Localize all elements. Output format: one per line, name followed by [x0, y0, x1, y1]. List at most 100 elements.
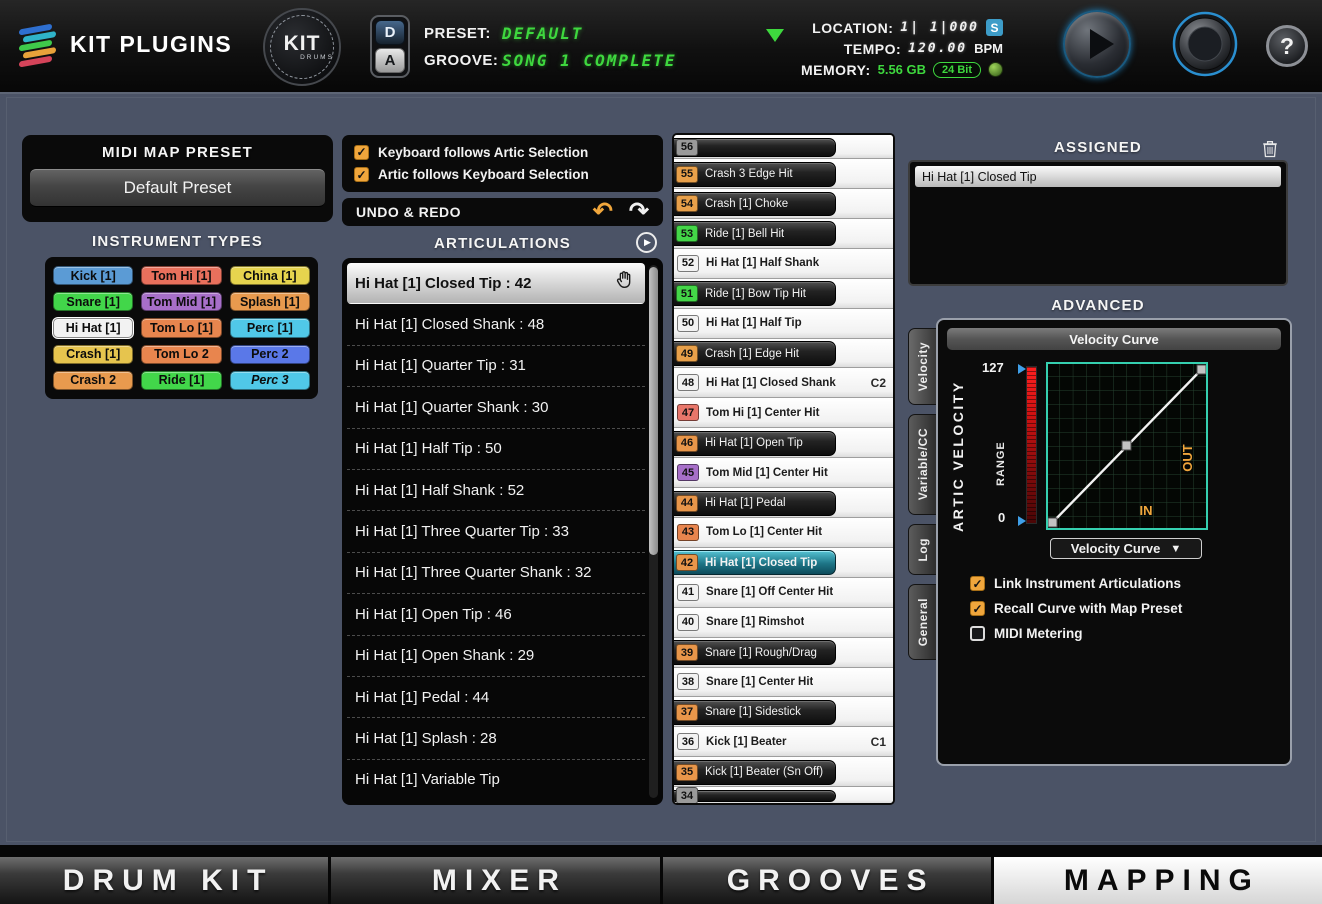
piano-key[interactable]: 35Kick [1] Beater (Sn Off) [674, 757, 893, 787]
midi-map-preset-button[interactable]: Default Preset [30, 169, 325, 207]
scrollbar-thumb[interactable] [649, 267, 658, 555]
articulation-item[interactable]: Hi Hat [1] Variable Tip [347, 760, 645, 800]
instrument-button[interactable]: Tom Lo 2 [141, 345, 221, 364]
piano-key[interactable]: 38Snare [1] Center Hit [674, 668, 893, 698]
piano-key[interactable]: 34 [674, 787, 893, 803]
piano-key[interactable]: 49Crash [1] Edge Hit [674, 339, 893, 369]
checkbox-icon[interactable]: ✓ [354, 145, 369, 160]
assigned-item[interactable]: Hi Hat [1] Closed Tip [915, 166, 1281, 187]
bit-depth-badge[interactable]: 24 Bit [933, 62, 981, 78]
tab-grooves[interactable]: GROOVES [663, 857, 991, 904]
piano-key[interactable]: 40Snare [1] Rimshot [674, 608, 893, 638]
key-number-badge: 51 [676, 285, 698, 302]
instrument-button[interactable]: Perc [1] [230, 318, 310, 337]
curve-handle-low[interactable] [1048, 518, 1057, 527]
piano-key[interactable]: 50Hi Hat [1] Half Tip [674, 309, 893, 339]
piano-key[interactable]: 52Hi Hat [1] Half Shank [674, 249, 893, 279]
instrument-button[interactable]: Crash 2 [53, 371, 133, 390]
articulation-item[interactable]: Hi Hat [1] Splash : 28 [347, 718, 645, 759]
advanced-tab-variablecc[interactable]: Variable/CC [908, 414, 936, 514]
digital-button[interactable]: D [375, 20, 405, 45]
piano-key[interactable]: 36Kick [1] BeaterC1 [674, 727, 893, 757]
instrument-button[interactable]: Kick [1] [53, 266, 133, 285]
advanced-tab-general[interactable]: General [908, 584, 936, 660]
instrument-button[interactable]: Crash [1] [53, 345, 133, 364]
tab-mapping[interactable]: MAPPING [994, 857, 1322, 904]
articulation-item[interactable]: Hi Hat [1] Pedal : 44 [347, 677, 645, 718]
help-button[interactable]: ? [1266, 25, 1308, 67]
articulation-item[interactable]: Hi Hat [1] Open Shank : 29 [347, 636, 645, 677]
velocity-range-slider[interactable] [1026, 366, 1037, 524]
curve-handle-mid[interactable] [1122, 441, 1131, 450]
analog-button[interactable]: A [375, 48, 405, 73]
undo-icon[interactable]: ↶ [593, 202, 613, 222]
keyboard-options-panel: ✓Keyboard follows Artic Selection ✓Artic … [342, 135, 663, 192]
sync-badge[interactable]: S [986, 19, 1003, 36]
piano-key[interactable]: 39Snare [1] Rough/Drag [674, 638, 893, 668]
tab-mixer[interactable]: MIXER [331, 857, 659, 904]
redo-icon[interactable]: ↷ [629, 202, 649, 222]
piano-key[interactable]: 41Snare [1] Off Center Hit [674, 578, 893, 608]
advanced-checkbox-row[interactable]: ✓Link Instrument Articulations [970, 576, 1182, 591]
checkbox-icon[interactable]: ✓ [354, 167, 369, 182]
articulation-item[interactable]: Hi Hat [1] Three Quarter Tip : 33 [347, 511, 645, 552]
piano-key[interactable]: 56 [674, 135, 893, 159]
articulation-item[interactable]: Hi Hat [1] Half Shank : 52 [347, 470, 645, 511]
articulation-label: Hi Hat [1] Quarter Tip : 31 [355, 357, 526, 374]
articulation-item[interactable]: Hi Hat [1] Quarter Tip : 31 [347, 346, 645, 387]
instrument-button[interactable]: China [1] [230, 266, 310, 285]
instrument-button[interactable]: Tom Hi [1] [141, 266, 221, 285]
groove-value[interactable]: SONG 1 COMPLETE [502, 51, 677, 70]
articulation-item[interactable]: Hi Hat [1] Closed Tip : 42 [347, 263, 645, 304]
instrument-button[interactable]: Tom Mid [1] [141, 292, 221, 311]
piano-key[interactable]: 55Crash 3 Edge Hit [674, 159, 893, 189]
velocity-curve-dropdown[interactable]: Velocity Curve ▼ [1050, 538, 1202, 559]
velocity-curve-graph[interactable]: OUT IN [1046, 362, 1208, 530]
volume-knob[interactable] [1172, 11, 1238, 77]
checkbox-icon[interactable] [970, 626, 985, 641]
instrument-button[interactable]: Tom Lo [1] [141, 318, 221, 337]
expand-articulations-button[interactable]: ▶ [636, 232, 657, 253]
piano-key[interactable]: 43Tom Lo [1] Center Hit [674, 518, 893, 548]
trash-icon[interactable] [1262, 139, 1278, 158]
articulation-item[interactable]: Hi Hat [1] Half Tip : 50 [347, 429, 645, 470]
piano-key[interactable]: 51Ride [1] Bow Tip Hit [674, 279, 893, 309]
articulations-scrollbar[interactable] [649, 265, 658, 798]
instrument-button[interactable]: Snare [1] [53, 292, 133, 311]
option-row[interactable]: ✓Keyboard follows Artic Selection [346, 145, 659, 160]
piano-key[interactable]: 46Hi Hat [1] Open Tip [674, 428, 893, 458]
articulation-label: Hi Hat [1] Half Shank : 52 [355, 482, 524, 499]
key-label: Hi Hat [1] Open Tip [705, 437, 803, 449]
articulation-item[interactable]: Hi Hat [1] Quarter Shank : 30 [347, 387, 645, 428]
advanced-checkbox-row[interactable]: ✓Recall Curve with Map Preset [970, 601, 1182, 616]
preset-groove-display: PRESET: DEFAULT GROOVE: SONG 1 COMPLETE [424, 24, 677, 70]
piano-key[interactable]: 44Hi Hat [1] Pedal [674, 488, 893, 518]
curve-handle-high[interactable] [1197, 365, 1206, 374]
option-row[interactable]: ✓Artic follows Keyboard Selection [346, 167, 659, 182]
advanced-tab-log[interactable]: Log [908, 524, 936, 576]
piano-key[interactable]: 45Tom Mid [1] Center Hit [674, 458, 893, 488]
play-button[interactable] [1063, 10, 1131, 78]
piano-key[interactable]: 42Hi Hat [1] Closed Tip [674, 548, 893, 578]
tab-drum-kit[interactable]: DRUM KIT [0, 857, 328, 904]
checkbox-icon[interactable]: ✓ [970, 576, 985, 591]
piano-key[interactable]: 53Ride [1] Bell Hit [674, 219, 893, 249]
instrument-button[interactable]: Perc 3 [230, 371, 310, 390]
advanced-checkbox-row[interactable]: MIDI Metering [970, 626, 1182, 641]
checkbox-icon[interactable]: ✓ [970, 601, 985, 616]
articulation-item[interactable]: Hi Hat [1] Three Quarter Shank : 32 [347, 553, 645, 594]
advanced-tab-label: Velocity [916, 342, 930, 391]
instrument-button[interactable]: Hi Hat [1] [53, 318, 133, 337]
piano-key[interactable]: 54Crash [1] Choke [674, 189, 893, 219]
advanced-tab-velocity[interactable]: Velocity [908, 328, 936, 405]
articulation-item[interactable]: Hi Hat [1] Closed Shank : 48 [347, 304, 645, 345]
instrument-button[interactable]: Ride [1] [141, 371, 221, 390]
articulation-item[interactable]: Hi Hat [1] Open Tip : 46 [347, 594, 645, 635]
piano-key[interactable]: 47Tom Hi [1] Center Hit [674, 398, 893, 428]
piano-key[interactable]: 37Snare [1] Sidestick [674, 697, 893, 727]
instrument-button[interactable]: Splash [1] [230, 292, 310, 311]
piano-key[interactable]: 48Hi Hat [1] Closed ShankC2 [674, 368, 893, 398]
instrument-button[interactable]: Perc 2 [230, 345, 310, 364]
preset-value[interactable]: DEFAULT [502, 24, 677, 43]
tempo-value[interactable]: 120.00 [908, 41, 967, 56]
